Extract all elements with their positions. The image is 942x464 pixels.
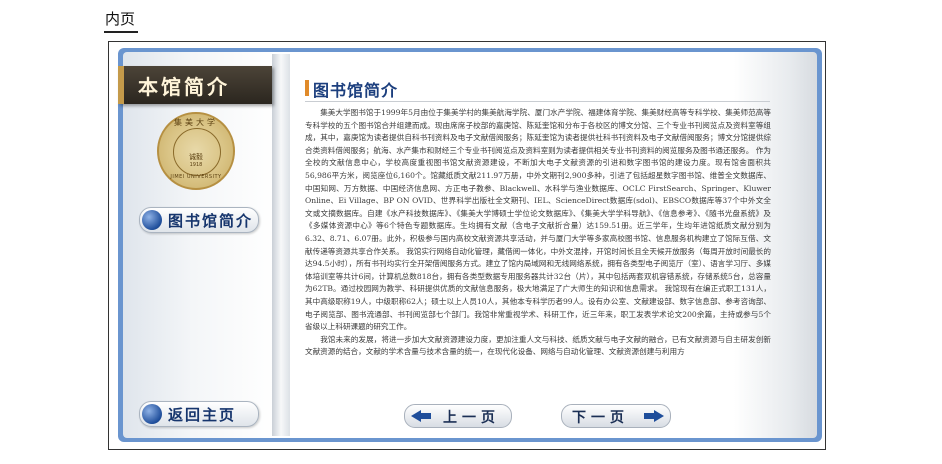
prev-page-button[interactable]: 上一页 [404, 404, 512, 428]
page-label: 内页 [105, 10, 136, 28]
section-banner: 本馆简介 [118, 66, 272, 104]
title-accent-bar [305, 80, 309, 96]
university-seal-logo: 集美大学 诚毅 1918 JIMEI UNIVERSITY [157, 112, 235, 190]
content-title: 图书馆简介 [313, 81, 399, 100]
home-icon [142, 404, 162, 424]
title-divider [305, 101, 770, 102]
arrow-right-icon [654, 410, 664, 422]
seal-motto: 诚毅 [189, 153, 203, 161]
library-intro-button[interactable]: 图书馆简介 [139, 207, 259, 233]
page-label-underline [104, 31, 138, 33]
home-button-label: 返回主页 [168, 406, 237, 424]
intro-article: 集美大学图书馆于1999年5月由位于集美学村的集美航海学院、厦门水产学院、福建体… [305, 107, 771, 397]
prev-page-label: 上一页 [443, 410, 500, 426]
book-spine [272, 54, 290, 436]
bullet-icon [142, 210, 162, 230]
seal-top-text: 集美大学 [174, 118, 218, 127]
arrow-left-icon-tail [419, 413, 431, 419]
seal-bottom-text: JIMEI UNIVERSITY [170, 174, 222, 180]
article-paragraph: 集美大学图书馆于1999年5月由位于集美学村的集美航海学院、厦门水产学院、福建体… [305, 108, 771, 332]
article-paragraph: 我馆未来的发展，将进一步加大文献资源建设力度，更加注重人文与科技、纸质文献与电子… [305, 334, 771, 357]
banner-title: 本馆简介 [138, 75, 230, 99]
next-page-button[interactable]: 下一页 [561, 404, 671, 428]
home-button[interactable]: 返回主页 [139, 401, 259, 427]
library-intro-label: 图书馆简介 [168, 212, 254, 230]
seal-year: 1918 [189, 162, 203, 168]
next-page-label: 下一页 [572, 410, 629, 426]
